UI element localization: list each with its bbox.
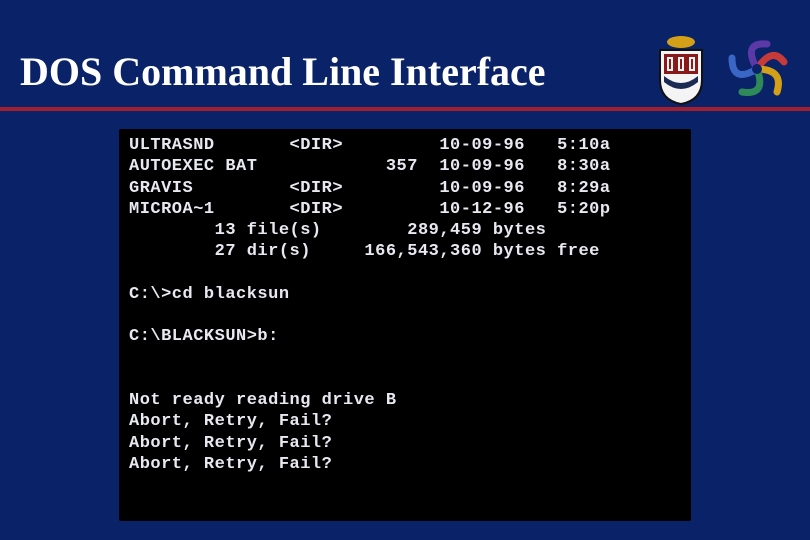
slide-header: DOS Command Line Interface: [0, 0, 810, 111]
dos-terminal: ULTRASND <DIR> 10-09-96 5:10a AUTOEXEC B…: [119, 129, 691, 521]
swirl-icon: [722, 34, 792, 104]
slide: DOS Command Line Interface: [0, 0, 810, 540]
slide-content: ULTRASND <DIR> 10-09-96 5:10a AUTOEXEC B…: [0, 111, 810, 521]
logo-group: [654, 32, 792, 106]
crest-icon: [654, 32, 708, 106]
